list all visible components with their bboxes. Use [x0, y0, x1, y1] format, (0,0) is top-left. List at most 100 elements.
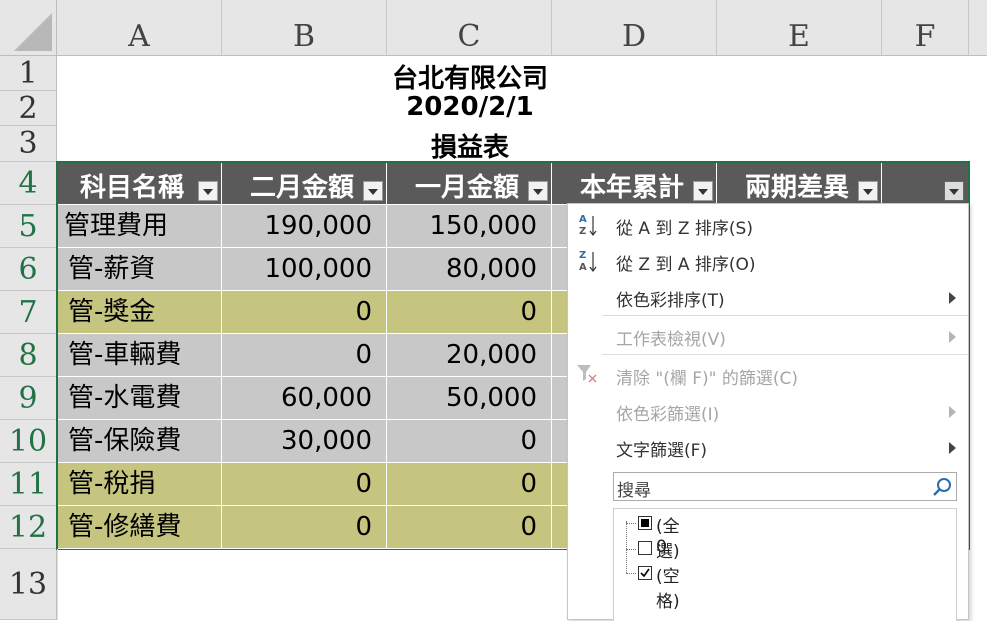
- filter-values-list: (全選) 0 (空格): [613, 508, 957, 621]
- filter-dropdown-a-icon[interactable]: [198, 181, 218, 201]
- filter-search-input[interactable]: 搜尋: [613, 472, 957, 501]
- header-jan-amount: 一月金額: [387, 163, 552, 204]
- header-label: 科目名稱: [80, 173, 185, 203]
- cell-jan[interactable]: 80,000: [387, 248, 552, 291]
- row-header-12[interactable]: 12: [0, 506, 57, 549]
- row-header-3[interactable]: 3: [0, 126, 57, 162]
- row-header-4[interactable]: 4: [0, 162, 57, 205]
- row-header-5[interactable]: 5: [0, 205, 57, 248]
- cell-feb[interactable]: 0: [222, 334, 387, 377]
- checked-checkbox-icon[interactable]: [638, 566, 652, 580]
- menu-label: 從 Z 到 A 排序(O): [616, 255, 756, 275]
- tree-line: [626, 523, 636, 524]
- menu-label: 依色彩排序(T): [616, 291, 725, 311]
- clear-filter-icon: [577, 365, 597, 383]
- cell-name[interactable]: 管-獎金: [58, 291, 222, 334]
- header-diff: 兩期差異: [717, 163, 882, 204]
- cell-feb[interactable]: 60,000: [222, 377, 387, 420]
- cell-feb[interactable]: 100,000: [222, 248, 387, 291]
- column-header-b[interactable]: B: [222, 0, 387, 56]
- menu-label: 清除 "(欄 F)" 的篩選(C): [616, 369, 799, 389]
- cell-jan[interactable]: 20,000: [387, 334, 552, 377]
- header-account-name: 科目名稱: [58, 163, 222, 204]
- row-header-13[interactable]: 13: [0, 549, 57, 620]
- menu-sort-z-to-a[interactable]: Z A 從 Z 到 A 排序(O): [568, 246, 968, 276]
- cell-feb[interactable]: 190,000: [222, 205, 387, 248]
- column-header-f[interactable]: F: [882, 0, 969, 56]
- filter-dropdown-e-icon[interactable]: [858, 181, 878, 201]
- cell-name[interactable]: 管-稅捐: [58, 463, 222, 506]
- menu-label: 文字篩選(F): [616, 441, 708, 461]
- column-header-d[interactable]: D: [552, 0, 717, 56]
- cell-name[interactable]: 管理費用: [58, 205, 222, 248]
- row-header-7[interactable]: 7: [0, 291, 57, 334]
- cell-feb[interactable]: 0: [222, 506, 387, 549]
- gridlines-top: [57, 56, 969, 162]
- filter-dropdown-c-icon[interactable]: [528, 181, 548, 201]
- submenu-arrow-icon: [949, 292, 956, 304]
- menu-sort-by-color[interactable]: 依色彩排序(T): [568, 282, 968, 312]
- cell-name[interactable]: 管-保險費: [58, 420, 222, 463]
- cell-name[interactable]: 管-薪資: [58, 248, 222, 291]
- menu-separator: [602, 315, 968, 316]
- cell-jan[interactable]: 50,000: [387, 377, 552, 420]
- column-header-e[interactable]: E: [717, 0, 882, 56]
- column-header-a[interactable]: A: [57, 0, 222, 56]
- tree-line: [626, 521, 627, 573]
- row-header-6[interactable]: 6: [0, 248, 57, 291]
- select-all-triangle: [14, 13, 52, 51]
- header-label: 一月金額: [415, 173, 520, 203]
- row-header-9[interactable]: 9: [0, 377, 57, 420]
- cell-feb[interactable]: 0: [222, 291, 387, 334]
- cell-jan[interactable]: 0: [387, 420, 552, 463]
- cell-name[interactable]: 管-車輛費: [58, 334, 222, 377]
- row-header-11[interactable]: 11: [0, 463, 57, 506]
- menu-label: 從 A 到 Z 排序(S): [616, 219, 753, 239]
- column-header-c[interactable]: C: [387, 0, 552, 56]
- submenu-arrow-icon: [949, 406, 956, 418]
- row-header-10[interactable]: 10: [0, 420, 57, 463]
- svg-text:A: A: [579, 214, 587, 225]
- filter-dropdown-d-icon[interactable]: [693, 181, 713, 201]
- cell-feb[interactable]: 0: [222, 463, 387, 506]
- row-header-8[interactable]: 8: [0, 334, 57, 377]
- tree-line: [626, 573, 636, 574]
- cell-jan[interactable]: 0: [387, 506, 552, 549]
- row-header-2[interactable]: 2: [0, 91, 57, 126]
- header-ytd: 本年累計: [552, 163, 717, 204]
- filter-dropdown-b-icon[interactable]: [363, 181, 383, 201]
- cell-jan[interactable]: 150,000: [387, 205, 552, 248]
- select-all-corner[interactable]: [0, 0, 57, 56]
- cell-jan[interactable]: 0: [387, 291, 552, 334]
- search-placeholder: 搜尋: [617, 481, 651, 501]
- header-label: 二月金額: [250, 173, 355, 203]
- menu-label: 工作表檢視(V): [616, 330, 726, 350]
- menu-text-filters[interactable]: 文字篩選(F): [568, 432, 968, 462]
- svg-text:Z: Z: [579, 226, 586, 237]
- sort-a-z-icon: A Z: [579, 214, 597, 237]
- menu-clear-filter: 清除 "(欄 F)" 的篩選(C): [568, 360, 968, 390]
- cell-name[interactable]: 管-水電費: [58, 377, 222, 420]
- header-label: 兩期差異: [745, 173, 850, 203]
- autofilter-menu: A Z 從 A 到 Z 排序(S) Z A 從 Z 到 A 排序(O) 依色彩排…: [567, 203, 969, 621]
- header-f-empty: [882, 163, 968, 204]
- search-icon: [933, 478, 951, 496]
- filter-dropdown-f-icon[interactable]: [944, 181, 964, 201]
- menu-filter-by-color: 依色彩篩選(I): [568, 396, 968, 426]
- option-label: 0: [656, 537, 667, 557]
- cell-jan[interactable]: 0: [387, 463, 552, 506]
- cell-name[interactable]: 管-修繕費: [58, 506, 222, 549]
- header-feb-amount: 二月金額: [222, 163, 387, 204]
- cell-feb[interactable]: 30,000: [222, 420, 387, 463]
- submenu-arrow-icon: [949, 331, 956, 343]
- tree-line: [626, 549, 636, 550]
- header-label: 本年累計: [580, 173, 685, 203]
- partial-checkbox-icon[interactable]: [638, 516, 652, 530]
- row-header-1[interactable]: 1: [0, 56, 57, 91]
- menu-separator: [602, 354, 968, 355]
- svg-text:A: A: [579, 262, 587, 273]
- unchecked-checkbox-icon[interactable]: [638, 541, 652, 555]
- column-header-filler: [969, 0, 987, 56]
- menu-sort-a-to-z[interactable]: A Z 從 A 到 Z 排序(S): [568, 210, 968, 240]
- sort-z-a-icon: Z A: [579, 250, 597, 273]
